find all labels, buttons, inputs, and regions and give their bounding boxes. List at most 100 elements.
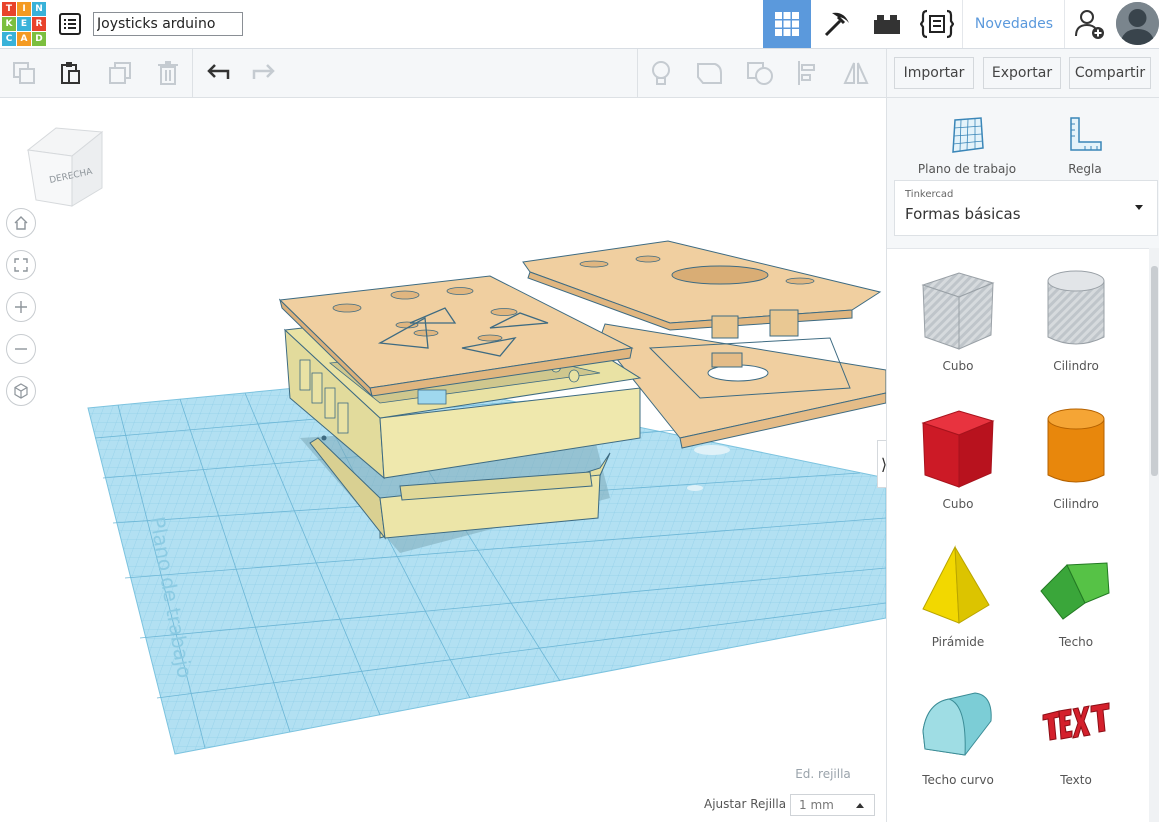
shape-label: Cubo	[942, 359, 974, 373]
workplane-icon	[952, 117, 984, 153]
workplane-tool-button[interactable]: Plano de trabajo	[907, 106, 1027, 176]
design-list-icon[interactable]	[58, 12, 82, 36]
import-button[interactable]: Importar	[894, 57, 974, 89]
ruler-tool-label: Regla	[1068, 162, 1102, 176]
scene-canvas[interactable]: Plano de trabajo DERECHA	[0, 98, 886, 822]
logo-letter: N	[32, 2, 46, 16]
3d-viewport[interactable]: Plano de trabajo DERECHA	[0, 98, 886, 822]
divider	[1064, 0, 1065, 48]
plus-icon	[15, 301, 27, 313]
shape-roof[interactable]: Techo	[1021, 525, 1131, 655]
roof-shape-icon	[1040, 562, 1110, 620]
add-user-button[interactable]	[1066, 0, 1114, 48]
shape-label: Cilindro	[1053, 497, 1099, 511]
shape-label: Cilindro	[1053, 359, 1099, 373]
shape-pyramid[interactable]: Pirámide	[903, 525, 1013, 655]
shape-label: Texto	[1060, 773, 1092, 787]
ungroup-button[interactable]	[744, 57, 776, 89]
shapes-scrollbar[interactable]	[1149, 248, 1159, 822]
view-cube[interactable]: DERECHA	[26, 127, 104, 207]
fit-icon	[14, 258, 28, 272]
brick-icon	[874, 15, 900, 34]
scrollbar-thumb[interactable]	[1151, 266, 1158, 476]
logo-letter: C	[2, 32, 16, 46]
ruler-tool-button[interactable]: Regla	[1025, 106, 1145, 176]
lightbulb-icon	[652, 61, 670, 85]
tinkercad-logo[interactable]: T I N K E R C A D	[2, 2, 46, 46]
shape-label: Cubo	[942, 497, 974, 511]
duplicate-button[interactable]	[104, 57, 136, 89]
notes-button[interactable]	[645, 57, 677, 89]
clipboard-icon	[61, 62, 80, 84]
caret-down-icon	[1135, 205, 1143, 210]
delete-button[interactable]	[152, 57, 184, 89]
align-button[interactable]	[792, 57, 824, 89]
snap-grid-label: Ajustar Rejilla	[704, 797, 787, 811]
zoom-in-button[interactable]	[6, 292, 36, 322]
zoom-out-button[interactable]	[6, 334, 36, 364]
edit-toolbar: Importar Exportar Compartir	[0, 49, 1159, 98]
divider	[886, 49, 887, 97]
grid-icon	[775, 12, 799, 36]
ruler-icon	[1070, 117, 1102, 151]
logo-letter: E	[17, 17, 31, 31]
top-bar: T I N K E R C A D Novedades	[0, 0, 1159, 49]
bricks-view-button[interactable]	[862, 0, 912, 48]
snap-grid-select[interactable]: 1 mm	[790, 794, 875, 816]
pyramid-shape-icon	[922, 545, 990, 624]
shape-label: Techo curvo	[922, 773, 994, 787]
shapes-grid: Cubo Cilindro Cubo Cilindro Pirámide Tec…	[887, 248, 1149, 823]
add-user-icon	[1075, 10, 1104, 39]
home-view-button[interactable]	[6, 208, 36, 238]
pickaxe-icon	[824, 12, 849, 37]
shape-label: Techo	[1058, 635, 1094, 649]
shapes-panel: Plano de trabajo Regla Tinkercad Formas …	[886, 98, 1159, 823]
logo-letter: I	[17, 2, 31, 16]
shape-library-select[interactable]: Tinkercad Formas básicas	[894, 180, 1158, 236]
group-button[interactable]	[694, 57, 726, 89]
shape-cylinder-hole[interactable]: Cilindro	[1021, 249, 1131, 379]
workplane-tool-label: Plano de trabajo	[917, 162, 1017, 176]
paste-button[interactable]	[54, 57, 86, 89]
divider	[962, 0, 963, 48]
group-icon	[697, 63, 722, 84]
edit-grid-button[interactable]: Ed. rejilla	[773, 764, 873, 784]
shape-box-hole[interactable]: Cubo	[903, 249, 1013, 379]
copy-button[interactable]	[8, 57, 40, 89]
logo-letter: T	[2, 2, 16, 16]
export-button[interactable]: Exportar	[983, 57, 1061, 89]
library-category-label: Tinkercad	[905, 189, 954, 200]
redo-button[interactable]	[248, 57, 280, 89]
snap-grid-value: 1 mm	[799, 798, 834, 812]
share-button[interactable]: Compartir	[1069, 57, 1151, 89]
minus-icon	[15, 348, 27, 350]
library-value: Formas básicas	[905, 205, 1021, 223]
box-shape-icon	[921, 272, 995, 350]
user-avatar[interactable]	[1116, 2, 1159, 45]
codeblocks-view-button[interactable]	[912, 0, 962, 48]
logo-letter: A	[17, 32, 31, 46]
mirror-button[interactable]	[840, 57, 872, 89]
news-link[interactable]: Novedades	[966, 0, 1062, 48]
cylinder-shape-icon	[1047, 408, 1105, 483]
home-icon	[14, 216, 28, 230]
caret-up-icon	[856, 803, 864, 808]
minecraft-view-button[interactable]	[812, 0, 862, 48]
shape-text[interactable]: Texto	[1021, 663, 1131, 793]
divider	[637, 49, 638, 97]
3d-design-view-button[interactable]	[763, 0, 811, 48]
trash-icon	[158, 61, 178, 85]
align-icon	[798, 61, 815, 85]
project-title-input[interactable]	[93, 12, 243, 36]
projection-button[interactable]	[6, 376, 36, 406]
curved-roof-shape-icon	[922, 692, 992, 756]
box-shape-icon	[921, 410, 995, 488]
shape-curved-roof[interactable]: Techo curvo	[903, 663, 1013, 793]
shape-cylinder-orange[interactable]: Cilindro	[1021, 387, 1131, 517]
cube-outline-icon	[14, 383, 28, 399]
undo-button[interactable]	[202, 57, 234, 89]
undo-icon	[207, 64, 230, 79]
fit-view-button[interactable]	[6, 250, 36, 280]
shape-box-red[interactable]: Cubo	[903, 387, 1013, 517]
copy-icon	[13, 62, 35, 84]
